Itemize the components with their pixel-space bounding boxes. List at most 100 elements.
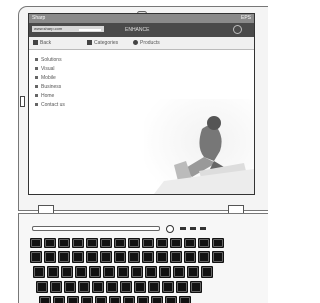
keyboard-key[interactable]	[39, 296, 51, 303]
keyboard-key[interactable]	[92, 281, 104, 293]
keyboard-key[interactable]	[162, 281, 174, 293]
toolbar-item-label: Back	[40, 40, 52, 46]
bookmark-icon	[33, 40, 38, 46]
keyboard-key[interactable]	[148, 281, 160, 293]
keyboard-key[interactable]	[212, 251, 224, 263]
list-item[interactable]: Business	[35, 83, 65, 92]
side-latch	[20, 96, 25, 107]
keyboard-key[interactable]	[100, 238, 112, 248]
keyboard-key[interactable]	[103, 266, 115, 278]
speaker-grille	[32, 226, 160, 231]
loading-progress-bar	[79, 29, 101, 31]
keyboard-key[interactable]	[187, 266, 199, 278]
keyboard-key[interactable]	[198, 238, 210, 248]
toolbar-item-label: Categories	[94, 40, 119, 46]
keyboard-key[interactable]	[131, 266, 143, 278]
address-bar: www.sharp.com ENHANCE	[29, 23, 254, 37]
list-item[interactable]: Visual	[35, 65, 65, 74]
keyboard-key[interactable]	[44, 251, 56, 263]
status-led-icon	[180, 227, 186, 230]
keyboard-key[interactable]	[159, 266, 171, 278]
keyboard-key[interactable]	[109, 296, 121, 303]
keyboard-key[interactable]	[36, 281, 48, 293]
bullet-icon	[35, 103, 38, 107]
keyboard-key[interactable]	[184, 238, 196, 248]
power-button[interactable]	[166, 225, 174, 233]
bullet-icon	[35, 58, 38, 62]
keyboard-key[interactable]	[123, 296, 135, 303]
keyboard-key[interactable]	[151, 296, 163, 303]
keyboard-key[interactable]	[30, 251, 42, 263]
keyboard-key[interactable]	[72, 238, 84, 248]
keyboard-key[interactable]	[173, 266, 185, 278]
keyboard-key[interactable]	[61, 266, 73, 278]
keyboard-key[interactable]	[142, 238, 154, 248]
keyboard-key[interactable]	[156, 251, 168, 263]
toolbar-item-categories[interactable]: Categories	[87, 39, 118, 48]
keyboard-key[interactable]	[114, 238, 126, 248]
laptop-screen: Sharp EPS www.sharp.com ENHANCE Back Cat…	[28, 13, 255, 195]
page-content: Solutions Visual Mobile Business Home Co…	[35, 56, 65, 110]
keyboard-key[interactable]	[81, 296, 93, 303]
keyboard-key[interactable]	[86, 238, 98, 248]
keyboard-key[interactable]	[128, 251, 140, 263]
keyboard-key[interactable]	[190, 281, 202, 293]
keyboard-key[interactable]	[44, 238, 56, 248]
list-item-label: Visual	[41, 66, 55, 72]
keyboard-key[interactable]	[95, 296, 107, 303]
keyboard-key[interactable]	[170, 251, 182, 263]
keyboard-key[interactable]	[184, 251, 196, 263]
keyboard-key[interactable]	[145, 266, 157, 278]
keyboard-key[interactable]	[33, 266, 45, 278]
list-item-label: Solutions	[41, 57, 62, 63]
keyboard-key[interactable]	[72, 251, 84, 263]
keyboard-key[interactable]	[47, 266, 59, 278]
keyboard-key[interactable]	[142, 251, 154, 263]
keyboard-key[interactable]	[89, 266, 101, 278]
list-item[interactable]: Contact us	[35, 101, 65, 110]
keyboard-key[interactable]	[30, 238, 42, 248]
keyboard-key[interactable]	[198, 251, 210, 263]
keyboard-key[interactable]	[137, 296, 149, 303]
keyboard-key[interactable]	[106, 281, 118, 293]
keyboard-key[interactable]	[58, 238, 70, 248]
bullet-icon	[35, 94, 38, 98]
keyboard-key[interactable]	[86, 251, 98, 263]
keyboard-key[interactable]	[117, 266, 129, 278]
list-icon	[87, 40, 92, 46]
keyboard-key[interactable]	[114, 251, 126, 263]
circle-icon	[133, 40, 138, 46]
keyboard-key[interactable]	[64, 281, 76, 293]
keyboard-key[interactable]	[176, 281, 188, 293]
keyboard-key[interactable]	[128, 238, 140, 248]
list-item[interactable]: Home	[35, 92, 65, 101]
keyboard-key[interactable]	[75, 266, 87, 278]
toolbar-item-products[interactable]: Products	[133, 39, 160, 48]
refresh-icon[interactable]	[233, 25, 242, 34]
keyboard-key[interactable]	[179, 296, 191, 303]
list-item[interactable]: Mobile	[35, 74, 65, 83]
keyboard-key[interactable]	[53, 296, 65, 303]
status-led-icon	[200, 227, 206, 230]
keyboard-key[interactable]	[212, 238, 224, 248]
keyboard-key[interactable]	[156, 238, 168, 248]
keyboard-key[interactable]	[100, 251, 112, 263]
list-item[interactable]: Solutions	[35, 56, 65, 65]
list-item-label: Business	[41, 84, 62, 90]
keyboard-key[interactable]	[67, 296, 79, 303]
toolbar-item-back[interactable]: Back	[33, 39, 51, 48]
bullet-icon	[35, 67, 38, 71]
keyboard-key[interactable]	[50, 281, 62, 293]
keyboard-key[interactable]	[58, 251, 70, 263]
keyboard-key[interactable]	[120, 281, 132, 293]
bullet-icon	[35, 76, 38, 80]
list-item-label: Contact us	[41, 102, 65, 108]
browser-toolbar: Back Categories Products	[29, 37, 254, 50]
hero-photo	[144, 99, 254, 194]
keyboard-key[interactable]	[134, 281, 146, 293]
keyboard-key[interactable]	[170, 238, 182, 248]
keyboard-key[interactable]	[201, 266, 213, 278]
keyboard-key[interactable]	[165, 296, 177, 303]
keyboard-key[interactable]	[78, 281, 90, 293]
list-item-label: Mobile	[41, 75, 56, 81]
